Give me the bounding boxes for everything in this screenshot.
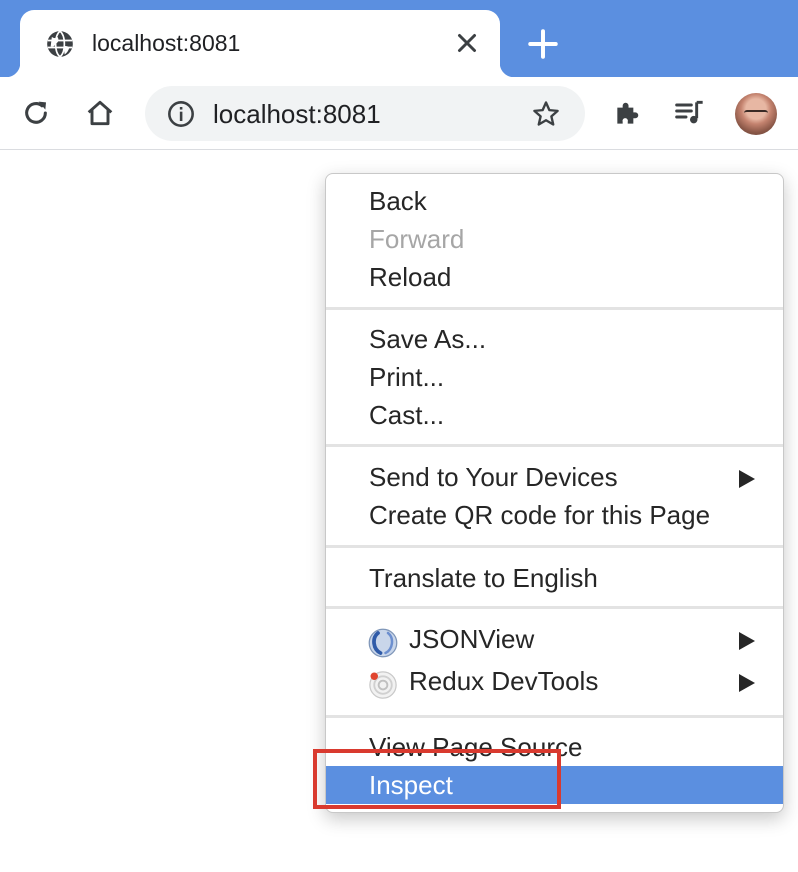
avatar-glasses (744, 110, 768, 118)
tab-title: localhost:8081 (92, 30, 241, 56)
reload-icon[interactable] (20, 97, 52, 129)
profile-avatar[interactable] (735, 93, 777, 135)
menu-item-translate[interactable]: Translate to English (326, 559, 783, 597)
submenu-arrow-icon (739, 632, 755, 650)
menu-item-label: Translate to English (369, 563, 598, 593)
extensions-puzzle-icon[interactable] (612, 97, 644, 129)
close-icon[interactable] (452, 28, 482, 58)
tab-strip: localhost:8081 (0, 0, 798, 77)
menu-separator (326, 545, 783, 548)
redux-devtools-icon (369, 671, 397, 699)
menu-item-label: Reload (369, 262, 452, 292)
menu-separator (326, 307, 783, 310)
menu-item-back[interactable]: Back (326, 182, 783, 220)
submenu-arrow-icon (739, 470, 755, 488)
browser-toolbar: localhost:8081 (0, 77, 798, 150)
menu-item-jsonview[interactable]: JSONView (326, 620, 783, 662)
menu-item-redux-devtools[interactable]: Redux DevTools (326, 662, 783, 704)
new-tab-plus-icon[interactable] (526, 27, 560, 61)
menu-item-reload[interactable]: Reload (326, 258, 783, 296)
menu-separator (326, 444, 783, 447)
jsonview-icon (368, 628, 398, 658)
menu-item-print[interactable]: Print... (326, 358, 783, 396)
menu-item-cast[interactable]: Cast... (326, 396, 783, 434)
menu-item-label: Back (369, 186, 427, 216)
menu-item-label: Save As... (369, 324, 487, 354)
menu-item-label: Send to Your Devices (369, 462, 618, 492)
tab-localhost[interactable]: localhost:8081 (6, 10, 514, 77)
annotation-highlight-box (313, 749, 561, 809)
menu-item-forward: Forward (326, 220, 783, 258)
context-menu: Back Forward Reload Save As... Print... … (325, 173, 784, 813)
globe-icon (47, 30, 73, 58)
info-icon[interactable] (167, 100, 195, 128)
media-playlist-icon[interactable] (673, 97, 707, 129)
menu-item-label: Print... (369, 362, 445, 392)
menu-item-label: Redux DevTools (409, 666, 599, 696)
menu-item-send-to-devices[interactable]: Send to Your Devices (326, 458, 783, 496)
menu-item-label: Cast... (369, 400, 445, 430)
menu-item-label: Create QR code for this Page (369, 500, 711, 530)
url-text[interactable]: localhost:8081 (213, 99, 381, 130)
home-icon[interactable] (84, 97, 116, 129)
menu-separator (326, 606, 783, 609)
menu-item-label: Forward (369, 224, 465, 254)
submenu-arrow-icon (739, 674, 755, 692)
address-bar[interactable]: localhost:8081 (145, 86, 585, 141)
bookmark-star-icon[interactable] (531, 99, 561, 129)
menu-item-create-qr-code[interactable]: Create QR code for this Page (326, 496, 783, 534)
menu-item-save-as[interactable]: Save As... (326, 320, 783, 358)
menu-separator (326, 715, 783, 718)
menu-item-label: JSONView (409, 624, 535, 654)
